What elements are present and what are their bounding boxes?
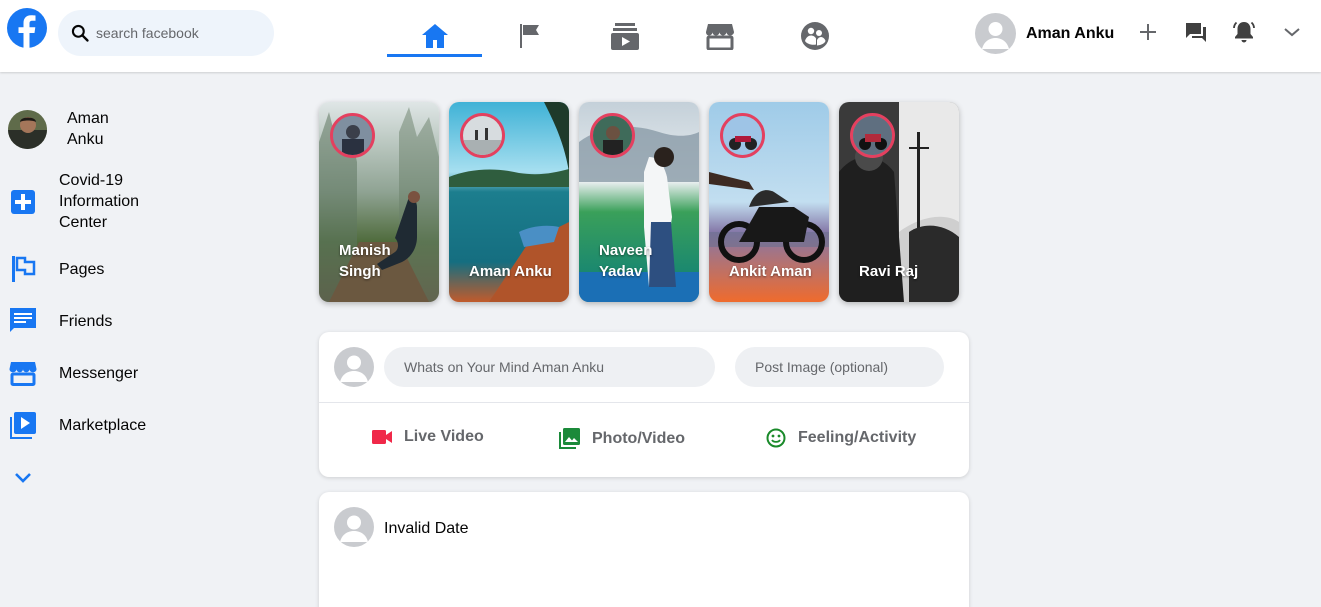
composer-divider <box>319 402 969 403</box>
chevron-down-icon[interactable] <box>1280 20 1304 44</box>
store-icon <box>705 24 734 50</box>
chat-icon <box>8 306 38 336</box>
sidebar-item-messenger[interactable]: Messenger <box>8 358 138 388</box>
live-video-button[interactable]: Live Video <box>372 428 484 446</box>
photo-video-button[interactable]: Photo/Video <box>559 428 685 449</box>
videocam-icon <box>372 430 392 444</box>
facebook-logo-icon[interactable] <box>7 8 47 49</box>
header-user-name[interactable]: Aman Anku <box>1026 25 1114 43</box>
story-avatar <box>590 113 635 158</box>
feeling-activity-button[interactable]: Feeling/Activity <box>766 428 916 448</box>
smiley-icon <box>766 428 786 448</box>
post-date: Invalid Date <box>384 520 469 537</box>
sidebar-item-label: Friends <box>59 312 113 330</box>
video-library-icon <box>8 410 38 440</box>
story-card[interactable]: Aman Anku <box>449 102 569 302</box>
search-bar[interactable]: search facebook <box>58 10 274 56</box>
store-icon <box>8 358 38 388</box>
composer-avatar <box>334 347 374 387</box>
chat-icon[interactable] <box>1184 20 1208 44</box>
sidebar-item-label: Marketplace <box>59 416 147 434</box>
post-composer: Whats on Your Mind Aman Anku Post Image … <box>319 332 969 477</box>
post-text-input[interactable]: Whats on Your Mind Aman Anku <box>384 347 715 387</box>
sidebar-item-marketplace[interactable]: Marketplace <box>8 410 146 440</box>
story-name: Naveen Yadav <box>599 242 653 280</box>
story-name: Manish Singh <box>339 242 391 280</box>
chevron-down-icon <box>8 462 38 492</box>
video-icon <box>610 23 639 50</box>
story-name: Ravi Raj <box>859 263 919 280</box>
story-card[interactable]: Ankit Aman <box>709 102 829 302</box>
sidebar-item-label: Covid-19 Information Center <box>59 172 140 231</box>
flag-icon <box>519 24 539 48</box>
top-bar: search facebook Aman Anku <box>0 0 1321 72</box>
nav-tab-groups[interactable] <box>767 0 862 72</box>
photo-library-icon <box>559 428 580 449</box>
sidebar-item-friends[interactable]: Friends <box>8 306 112 336</box>
sidebar-item-pages[interactable]: Pages <box>8 254 104 284</box>
bell-icon[interactable] <box>1232 20 1256 44</box>
header-avatar[interactable] <box>975 13 1016 54</box>
nav-tab-marketplace[interactable] <box>672 0 767 72</box>
story-name: Ankit Aman <box>729 263 812 280</box>
story-avatar <box>330 113 375 158</box>
groups-icon <box>800 22 829 50</box>
story-card[interactable]: Manish Singh <box>319 102 439 302</box>
action-label: Live Video <box>404 428 484 445</box>
nav-tab-pages[interactable] <box>482 0 577 72</box>
flag-icon <box>8 254 38 284</box>
search-icon <box>71 24 89 42</box>
story-card[interactable]: Ravi Raj <box>839 102 959 302</box>
nav-tab-home[interactable] <box>387 0 482 72</box>
sidebar-see-more[interactable] <box>8 462 38 492</box>
action-label: Feeling/Activity <box>798 429 917 446</box>
sidebar-item-label: Messenger <box>59 364 139 382</box>
search-input[interactable]: search facebook <box>96 25 199 41</box>
home-icon <box>421 24 448 48</box>
story-avatar <box>460 113 505 158</box>
sidebar-item-covid[interactable]: Covid-19 Information Center <box>8 170 159 233</box>
plus-box-icon <box>8 187 38 217</box>
action-label: Photo/Video <box>592 429 686 447</box>
post-author-avatar[interactable] <box>334 507 374 547</box>
sidebar-item-label: Pages <box>59 260 105 278</box>
story-card[interactable]: Naveen Yadav <box>579 102 699 302</box>
story-avatar <box>720 113 765 158</box>
nav-tab-watch[interactable] <box>577 0 672 72</box>
sidebar-profile[interactable]: Aman Anku <box>8 108 127 150</box>
story-avatar <box>850 113 895 158</box>
profile-avatar <box>8 109 47 149</box>
feed-post: Invalid Date <box>319 492 969 607</box>
post-image-input[interactable]: Post Image (optional) <box>735 347 944 387</box>
sidebar-profile-name: Aman Anku <box>67 110 109 148</box>
story-name: Aman Anku <box>469 263 552 280</box>
plus-icon[interactable] <box>1136 20 1160 44</box>
